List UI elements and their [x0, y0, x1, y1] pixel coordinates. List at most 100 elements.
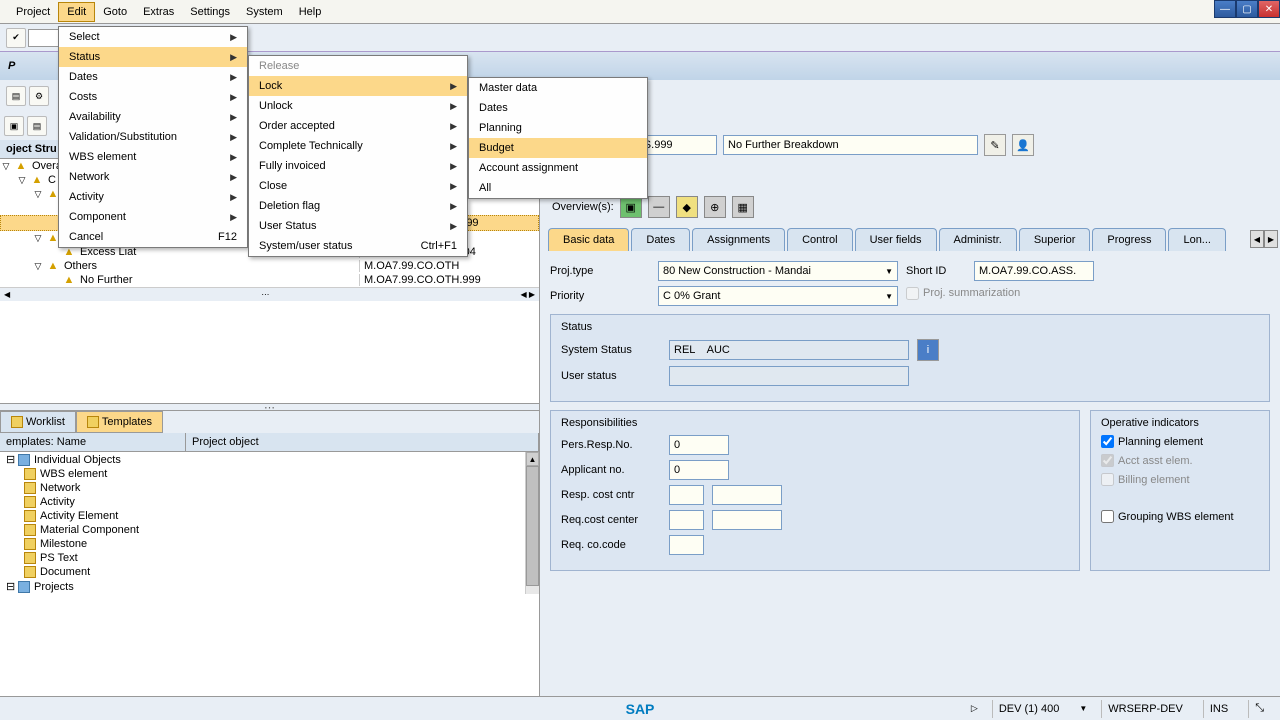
- template-row[interactable]: ⊟Individual Objects: [0, 452, 539, 467]
- menu-item-availability[interactable]: Availability▶: [59, 107, 247, 127]
- template-row[interactable]: PS Text: [0, 551, 539, 565]
- check-icon[interactable]: ✔: [6, 28, 26, 48]
- overview-plus-icon[interactable]: ⊕: [704, 196, 726, 218]
- edit-dropdown: Select▶Status▶Dates▶Costs▶Availability▶V…: [58, 26, 248, 248]
- template-row[interactable]: Milestone: [0, 537, 539, 551]
- req-co-field[interactable]: [669, 535, 704, 555]
- grouping-wbs-checkbox[interactable]: [1101, 510, 1114, 523]
- description-field[interactable]: [723, 135, 978, 155]
- tree-tool-1[interactable]: ▣: [4, 116, 24, 136]
- tool-icon-1[interactable]: ▤: [6, 86, 26, 106]
- user-status-field: [669, 366, 909, 386]
- overview-diamond-icon[interactable]: ◆: [676, 196, 698, 218]
- priority-combo[interactable]: C 0% Grant▼: [658, 286, 898, 306]
- tab-dates[interactable]: Dates: [631, 228, 690, 251]
- menu-item-master-data[interactable]: Master data: [469, 78, 647, 98]
- template-row[interactable]: Activity Element: [0, 509, 539, 523]
- menu-item-unlock[interactable]: Unlock▶: [249, 96, 467, 116]
- menu-item-dates[interactable]: Dates: [469, 98, 647, 118]
- tab-scroll-left[interactable]: ◀: [1250, 230, 1264, 248]
- menu-item-cancel[interactable]: CancelF12: [59, 227, 247, 247]
- billing-elem-checkbox: [1101, 473, 1114, 486]
- short-id-field[interactable]: [974, 261, 1094, 281]
- tool-icon-2[interactable]: ⚙: [29, 86, 49, 106]
- template-row[interactable]: WBS element: [0, 467, 539, 481]
- menu-item-account-assignment[interactable]: Account assignment: [469, 158, 647, 178]
- menu-item-deletion-flag[interactable]: Deletion flag▶: [249, 196, 467, 216]
- tab-lon-[interactable]: Lon...: [1168, 228, 1226, 251]
- menu-item-wbs-element[interactable]: WBS element▶: [59, 147, 247, 167]
- tab-progress[interactable]: Progress: [1092, 228, 1166, 251]
- status-play-icon[interactable]: ▷: [971, 703, 978, 714]
- menu-item-system-user-status[interactable]: System/user statusCtrl+F1: [249, 236, 467, 256]
- close-button[interactable]: ✕: [1258, 0, 1280, 18]
- menu-item-network[interactable]: Network▶: [59, 167, 247, 187]
- menu-project[interactable]: Project: [8, 3, 58, 21]
- tab-user-fields[interactable]: User fields: [855, 228, 937, 251]
- template-row[interactable]: ⊟Projects: [0, 579, 539, 594]
- proj-type-label: Proj.type: [550, 265, 650, 277]
- menu-extras[interactable]: Extras: [135, 3, 182, 21]
- resp-cost-field-1[interactable]: [669, 485, 704, 505]
- menu-item-dates[interactable]: Dates▶: [59, 67, 247, 87]
- overview-green-icon[interactable]: ▣: [620, 196, 642, 218]
- menu-item-all[interactable]: All: [469, 178, 647, 198]
- tab-scroll-right[interactable]: ▶: [1264, 230, 1278, 248]
- scroll-nav-right[interactable]: ◀ ▶: [520, 290, 535, 299]
- tab-basic-data[interactable]: Basic data: [548, 228, 629, 251]
- template-row[interactable]: Activity: [0, 495, 539, 509]
- tab-templates[interactable]: Templates: [76, 411, 163, 433]
- menu-item-lock[interactable]: Lock▶: [249, 76, 467, 96]
- lock-dropdown: Master dataDatesPlanningBudgetAccount as…: [468, 77, 648, 199]
- menu-item-activity[interactable]: Activity▶: [59, 187, 247, 207]
- billing-elem-label: Billing element: [1118, 474, 1190, 486]
- tree-row[interactable]: ▽▲OthersM.OA7.99.CO.OTH: [0, 259, 539, 273]
- menu-system[interactable]: System: [238, 3, 291, 21]
- applicant-field[interactable]: [669, 460, 729, 480]
- vertical-scrollbar[interactable]: ▲: [525, 452, 539, 594]
- menu-item-component[interactable]: Component▶: [59, 207, 247, 227]
- tab-worklist[interactable]: Worklist: [0, 411, 76, 433]
- menu-item-fully-invoiced[interactable]: Fully invoiced▶: [249, 156, 467, 176]
- template-row[interactable]: Document: [0, 565, 539, 579]
- template-row[interactable]: Material Component: [0, 523, 539, 537]
- planning-elem-checkbox[interactable]: [1101, 435, 1114, 448]
- pers-resp-field[interactable]: [669, 435, 729, 455]
- status-info-icon[interactable]: i: [917, 339, 939, 361]
- overview-bar-icon[interactable]: —: [648, 196, 670, 218]
- template-row[interactable]: Network: [0, 481, 539, 495]
- edit-id-icon[interactable]: ✎: [984, 134, 1006, 156]
- menu-item-budget[interactable]: Budget: [469, 138, 647, 158]
- menu-item-status[interactable]: Status▶: [59, 47, 247, 67]
- menu-item-user-status[interactable]: User Status▶: [249, 216, 467, 236]
- req-cost-field-1[interactable]: [669, 510, 704, 530]
- menu-item-complete-technically[interactable]: Complete Technically▶: [249, 136, 467, 156]
- status-resize-icon[interactable]: ⤡: [1248, 700, 1270, 718]
- overview-grid-icon[interactable]: ▦: [732, 196, 754, 218]
- user-status-label: User status: [561, 370, 661, 382]
- menu-item-costs[interactable]: Costs▶: [59, 87, 247, 107]
- tab-assignments[interactable]: Assignments: [692, 228, 785, 251]
- menu-item-planning[interactable]: Planning: [469, 118, 647, 138]
- maximize-button[interactable]: ▢: [1236, 0, 1258, 18]
- scroll-left-icon[interactable]: ◀: [4, 290, 10, 299]
- tab-control[interactable]: Control: [787, 228, 852, 251]
- req-cost-field-2[interactable]: [712, 510, 782, 530]
- tree-tool-2[interactable]: ▤: [27, 116, 47, 136]
- menu-item-close[interactable]: Close▶: [249, 176, 467, 196]
- menu-goto[interactable]: Goto: [95, 3, 135, 21]
- menu-settings[interactable]: Settings: [182, 3, 238, 21]
- menu-item-select[interactable]: Select▶: [59, 27, 247, 47]
- resp-cost-field-2[interactable]: [712, 485, 782, 505]
- menu-edit[interactable]: Edit: [58, 2, 95, 22]
- menu-help[interactable]: Help: [291, 3, 330, 21]
- menu-item-validation-substitution[interactable]: Validation/Substitution▶: [59, 127, 247, 147]
- tab-superior[interactable]: Superior: [1019, 228, 1091, 251]
- proj-type-combo[interactable]: 80 New Construction - Mandai▼: [658, 261, 898, 281]
- horizontal-splitter[interactable]: [0, 403, 539, 411]
- menu-item-order-accepted[interactable]: Order accepted▶: [249, 116, 467, 136]
- tree-row[interactable]: ▲No FurtherM.OA7.99.CO.OTH.999: [0, 273, 539, 287]
- minimize-button[interactable]: —: [1214, 0, 1236, 18]
- person-icon[interactable]: 👤: [1012, 134, 1034, 156]
- tab-administr-[interactable]: Administr.: [939, 228, 1017, 251]
